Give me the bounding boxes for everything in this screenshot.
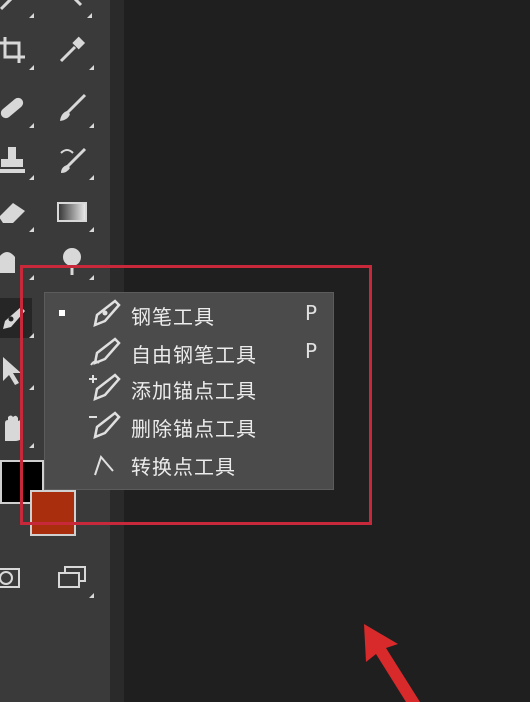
screen-mode-icon[interactable] xyxy=(52,558,94,598)
magic-wand-icon[interactable] xyxy=(0,0,34,18)
gradient-icon[interactable] xyxy=(52,192,94,232)
annotation-highlight-box xyxy=(20,265,372,525)
clone-stamp-icon[interactable] xyxy=(0,140,34,180)
eraser-icon[interactable] xyxy=(0,192,34,232)
eyedropper-icon[interactable] xyxy=(52,30,94,70)
quick-mask-icon[interactable] xyxy=(0,558,26,598)
brush-icon[interactable] xyxy=(52,88,94,128)
crop-icon[interactable] xyxy=(0,30,34,70)
move-icon[interactable] xyxy=(50,0,92,18)
healing-brush-icon[interactable] xyxy=(0,88,34,128)
history-brush-icon[interactable] xyxy=(52,140,94,180)
annotation-arrow-icon xyxy=(364,624,420,702)
